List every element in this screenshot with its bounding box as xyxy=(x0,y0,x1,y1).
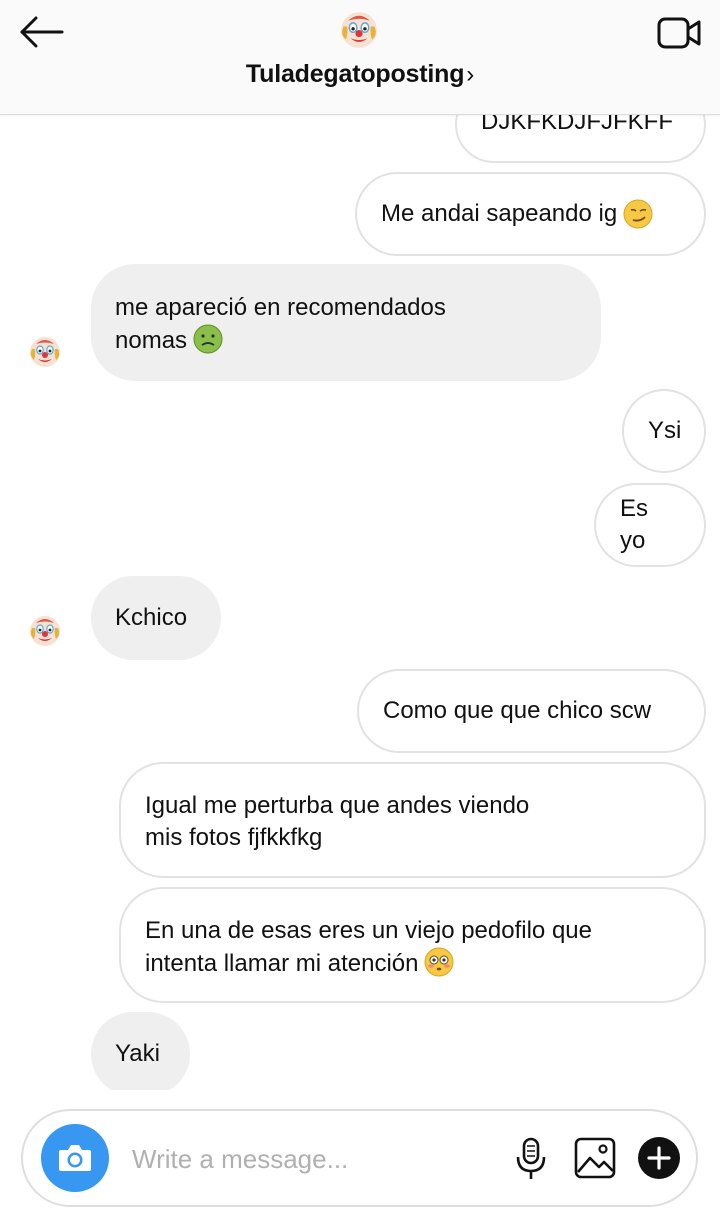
nauseated-emoji xyxy=(193,324,223,354)
message-bubble-outgoing[interactable]: En una de esas eres un viejo pedofilo qu… xyxy=(119,887,706,1003)
message-input[interactable] xyxy=(130,1138,454,1180)
message-text: Kchico xyxy=(115,604,188,631)
message-text: Ysi xyxy=(648,417,682,444)
contact-name[interactable]: Tuladegatoposting› xyxy=(0,60,720,89)
video-call-icon[interactable] xyxy=(656,14,702,52)
microphone-icon[interactable] xyxy=(513,1136,549,1182)
message-text: Como que que chico scw xyxy=(383,697,652,724)
message-thread[interactable]: DJKFKDJFJFKFF Me andai sapeando ig me ap… xyxy=(0,0,720,1090)
message-bubble-incoming[interactable]: Yaki xyxy=(91,1012,190,1090)
contact-avatar[interactable] xyxy=(29,336,61,368)
message-composer xyxy=(21,1109,698,1207)
smirk-emoji xyxy=(623,199,653,229)
message-bubble-outgoing[interactable]: Como que que chico scw xyxy=(357,669,706,753)
contact-avatar[interactable] xyxy=(340,11,378,49)
message-text: Igual me perturba que andes viendo xyxy=(145,792,530,819)
contact-avatar[interactable] xyxy=(29,615,61,647)
chat-header: Tuladegatoposting› xyxy=(0,0,720,115)
message-text: Me andai sapeando ig xyxy=(381,200,618,227)
flushed-emoji xyxy=(424,947,454,977)
message-bubble-outgoing[interactable]: Me andai sapeando ig xyxy=(355,172,706,256)
message-text: me apareció en recomendados xyxy=(115,294,446,321)
message-text-line2: intenta llamar mi atención xyxy=(145,947,680,980)
gallery-icon[interactable] xyxy=(573,1136,617,1180)
message-bubble-incoming[interactable]: Kchico xyxy=(91,576,221,660)
message-bubble-outgoing[interactable]: Es yo xyxy=(594,483,706,567)
arrow-left-icon[interactable] xyxy=(16,12,68,52)
message-text: Es yo xyxy=(620,495,649,554)
message-bubble-outgoing[interactable]: Igual me perturba que andes viendo mis f… xyxy=(119,762,706,878)
message-text-line2: mis fotos fjfkkfkg xyxy=(145,824,323,851)
message-bubble-incoming[interactable]: me apareció en recomendados nomas xyxy=(91,264,601,381)
message-text: En una de esas eres un viejo pedofilo qu… xyxy=(145,917,592,944)
chevron-right-icon: › xyxy=(466,61,475,88)
camera-button[interactable] xyxy=(41,1124,109,1192)
camera-icon xyxy=(59,1145,91,1171)
message-text: Yaki xyxy=(115,1040,160,1067)
plus-icon[interactable] xyxy=(637,1136,681,1180)
message-bubble-outgoing[interactable]: Ysi xyxy=(622,389,706,473)
message-text-line2: nomas xyxy=(115,324,577,357)
